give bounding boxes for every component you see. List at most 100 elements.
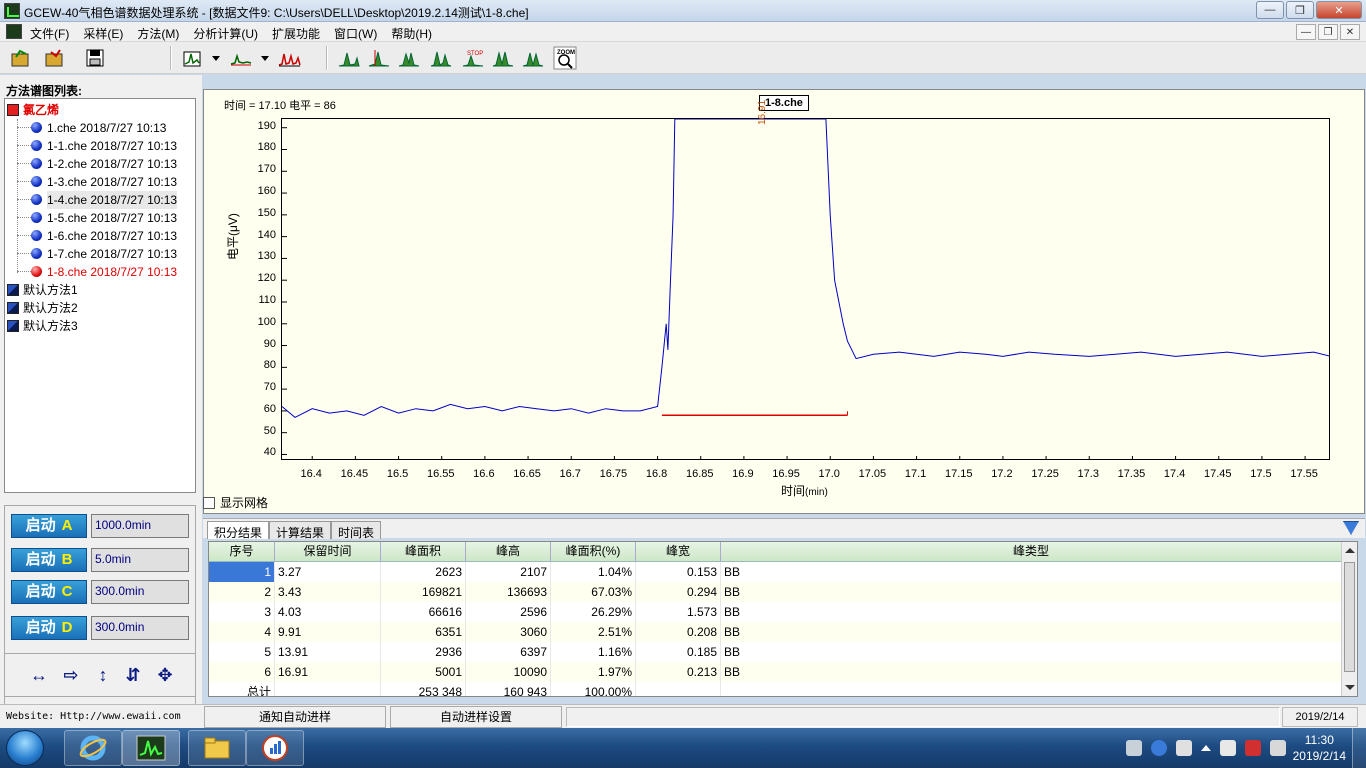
notify-autosampler-button[interactable]: 通知自动进样: [204, 706, 386, 728]
baseline-icon[interactable]: [228, 46, 254, 70]
menu-item[interactable]: 方法(M): [137, 25, 179, 42]
tree-file-item[interactable]: 1-2.che 2018/7/27 10:13: [5, 155, 193, 173]
child-minimize-button[interactable]: —: [1296, 24, 1316, 40]
chromatogram-svg[interactable]: [282, 119, 1330, 460]
tree-file-item[interactable]: 1-6.che 2018/7/27 10:13: [5, 227, 193, 245]
table-row[interactable]: 4 9.91 6351 3060 2.51% 0.208 BB: [209, 622, 1342, 642]
tab-calculation-results[interactable]: 计算结果: [269, 521, 332, 540]
save-file-icon[interactable]: [42, 46, 68, 70]
help-icon[interactable]: [1151, 740, 1167, 756]
child-restore-button[interactable]: ❐: [1318, 24, 1338, 40]
start-time-field[interactable]: 300.0min: [91, 616, 189, 640]
usb-icon[interactable]: [1176, 740, 1192, 756]
chevron-down-icon[interactable]: [261, 56, 269, 61]
flag-icon[interactable]: [1220, 740, 1236, 756]
tree-file-item[interactable]: 1-1.che 2018/7/27 10:13: [5, 137, 193, 155]
floppy-icon[interactable]: [82, 46, 108, 70]
tree-method-item[interactable]: 默认方法2: [7, 299, 193, 317]
peak-integrate-icon[interactable]: [336, 46, 362, 70]
menu-item[interactable]: 窗口(W): [334, 25, 377, 42]
column-header[interactable]: 保留时间: [275, 542, 381, 562]
expand-vertical-icon[interactable]: ↕: [91, 664, 115, 686]
zoom-icon[interactable]: ZOOM: [552, 46, 578, 70]
peak-delete-icon[interactable]: [520, 46, 546, 70]
scroll-thumb[interactable]: [1344, 562, 1355, 672]
peak-split-icon[interactable]: [396, 46, 422, 70]
tree-file-item[interactable]: 1-8.che 2018/7/27 10:13: [5, 263, 193, 281]
table-cell: 9.91: [275, 622, 381, 642]
show-grid-toggle[interactable]: 显示网格: [203, 494, 268, 511]
minimize-button[interactable]: —: [1256, 1, 1284, 19]
start-button-a[interactable]: 启动 A: [11, 514, 87, 538]
start-time-field[interactable]: 300.0min: [91, 580, 189, 604]
show-grid-checkbox[interactable]: [203, 496, 215, 509]
menu-item[interactable]: 文件(F): [30, 25, 69, 42]
tab-time-table[interactable]: 时间表: [331, 521, 382, 540]
table-scrollbar[interactable]: [1341, 542, 1357, 696]
tree-file-item[interactable]: 1-5.che 2018/7/27 10:13: [5, 209, 193, 227]
peak-tail-icon[interactable]: [428, 46, 454, 70]
column-header[interactable]: 峰高: [466, 542, 551, 562]
menu-item[interactable]: 采样(E): [83, 25, 123, 42]
column-header[interactable]: 峰类型: [721, 542, 1342, 562]
start-time-field[interactable]: 1000.0min: [91, 514, 189, 538]
tab-integration-results[interactable]: 积分结果: [207, 521, 270, 540]
gc-app-task-icon[interactable]: [122, 730, 180, 766]
peak-merge-icon[interactable]: [490, 46, 516, 70]
column-header[interactable]: 峰面积: [381, 542, 466, 562]
ie-icon[interactable]: [64, 730, 122, 766]
tree-file-item[interactable]: 1-3.che 2018/7/27 10:13: [5, 173, 193, 191]
tree-method-item[interactable]: 默认方法1: [7, 281, 193, 299]
start-button-d[interactable]: 启动 D: [11, 616, 87, 640]
menu-item[interactable]: 扩展功能: [272, 25, 320, 42]
peak-start-icon[interactable]: [366, 46, 392, 70]
autosampler-settings-button[interactable]: 自动进样设置: [390, 706, 562, 728]
scroll-up-icon[interactable]: [1345, 548, 1355, 553]
tree-file-item[interactable]: 1-4.che 2018/7/27 10:13: [5, 191, 193, 209]
tree-file-item[interactable]: 1-7.che 2018/7/27 10:13: [5, 245, 193, 263]
open-folder-icon[interactable]: [8, 46, 34, 70]
menu-item[interactable]: 分析计算(U): [193, 25, 258, 42]
table-row[interactable]: 6 16.91 5001 10090 1.97% 0.213 BB: [209, 662, 1342, 682]
clock-time: 11:30: [1304, 733, 1334, 747]
menu-item[interactable]: 帮助(H): [391, 25, 432, 42]
table-row[interactable]: 2 3.43 169821 136693 67.03% 0.294 BB: [209, 582, 1342, 602]
table-total-row[interactable]: 总计 253 348 160 943 100.00%: [209, 682, 1342, 696]
compress-vertical-icon[interactable]: ⇵: [121, 664, 145, 686]
keyboard-icon[interactable]: [1126, 740, 1142, 756]
child-close-button[interactable]: ✕: [1340, 24, 1360, 40]
method-tree[interactable]: 氯乙烯 1.che 2018/7/27 10:13 1-1.che 2018/7/2…: [4, 98, 196, 493]
chevron-down-icon[interactable]: [212, 56, 220, 61]
start-button-b[interactable]: 启动 B: [11, 548, 87, 572]
chart-view-icon[interactable]: [180, 46, 206, 70]
column-header[interactable]: 峰面积(%): [551, 542, 636, 562]
tree-file-item[interactable]: 1.che 2018/7/27 10:13: [5, 119, 193, 137]
expand-horizontal-icon[interactable]: ↔: [27, 664, 51, 686]
column-header[interactable]: 峰宽: [636, 542, 721, 562]
taskbar-clock[interactable]: 11:30 2019/2/14: [1293, 732, 1346, 764]
tree-method-item[interactable]: 默认方法3: [7, 317, 193, 335]
peaks-red-icon[interactable]: [276, 46, 302, 70]
show-hidden-icons-icon[interactable]: [1201, 745, 1211, 751]
volume-icon[interactable]: [1270, 740, 1286, 756]
stop-icon[interactable]: STOP: [460, 46, 486, 70]
compress-horizontal-icon[interactable]: ⇨: [59, 664, 83, 686]
table-row[interactable]: 5 13.91 2936 6397 1.16% 0.185 BB: [209, 642, 1342, 662]
start-time-field[interactable]: 5.0min: [91, 548, 189, 572]
table-row[interactable]: 1 3.27 2623 2107 1.04% 0.153 BB: [209, 562, 1342, 582]
network-icon[interactable]: [1245, 740, 1261, 756]
explorer-folder-icon[interactable]: [188, 730, 246, 766]
collapse-panel-icon[interactable]: [1343, 521, 1359, 535]
chromatogram-plot[interactable]: [281, 118, 1330, 460]
show-desktop-button[interactable]: [1352, 728, 1366, 768]
table-row[interactable]: 3 4.03 66616 2596 26.29% 1.573 BB: [209, 602, 1342, 622]
move-icon[interactable]: ✥: [153, 664, 177, 686]
monitor-app-icon[interactable]: [246, 730, 304, 766]
column-header[interactable]: 序号: [209, 542, 275, 562]
close-button[interactable]: ✕: [1316, 1, 1362, 19]
maximize-button[interactable]: ❐: [1286, 1, 1314, 19]
scroll-down-icon[interactable]: [1345, 685, 1355, 690]
windows-start-icon[interactable]: [6, 730, 44, 766]
document-icon[interactable]: [6, 24, 22, 39]
start-button-c[interactable]: 启动 C: [11, 580, 87, 604]
